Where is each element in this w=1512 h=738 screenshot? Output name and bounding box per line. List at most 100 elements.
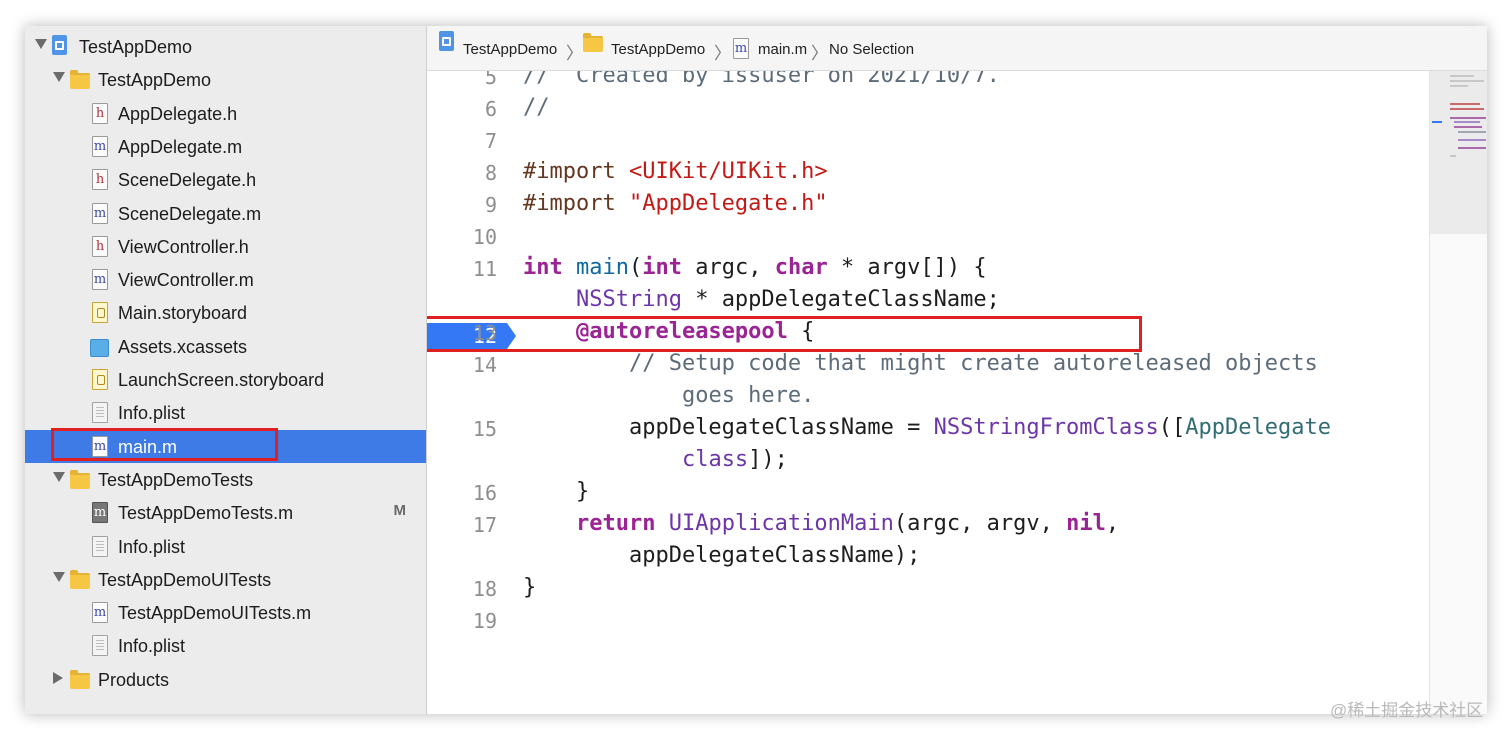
navigator-item[interactable]: h ViewController.h [25,230,426,263]
navigator-item[interactable]: h SceneDelegate.h [25,163,426,196]
code-line[interactable]: #import "AppDelegate.h" [523,191,828,217]
jump-bar-crumb-project[interactable]: TestAppDemo [463,41,557,58]
navigator-item[interactable]: TestAppDemo [25,63,426,96]
objc-h-file-icon: h [92,169,108,191]
navigator-item-label: Info.plist [118,536,186,557]
code-token: } [523,575,537,600]
jump-bar-crumb-file[interactable]: main.m [758,41,807,58]
code-token: appDelegateClassName = [523,415,934,440]
code-line[interactable]: // [523,95,550,121]
code-token: ( [628,255,643,280]
code-token: ([ [1158,415,1186,440]
folder-icon [583,33,603,52]
code-line[interactable]: appDelegateClassName); [523,543,920,569]
objc-m-file-icon: m [92,135,108,157]
navigator-item[interactable]: Products [25,663,426,696]
code-token: // Created by issuser on 2021/10/7. [523,71,1000,88]
navigator-item-label: TestAppDemo [98,70,212,91]
code-token: return [575,511,656,536]
objc-h-file-icon: h [92,102,108,124]
navigator-item-label: ViewController.h [118,236,249,257]
navigator-item[interactable]: TestAppDemoTests [25,463,426,496]
minimap-viewport[interactable] [1430,71,1487,234]
code-line[interactable]: // Setup code that might create autorele… [523,351,1318,377]
code-line[interactable]: } [523,575,536,601]
objc-m-file-icon: m [733,38,749,59]
project-icon [52,35,67,55]
line-number: 11 [472,257,497,281]
minimap-line [1450,103,1480,105]
navigator-item[interactable]: Info.plist [25,396,426,429]
storyboard-file-icon [92,302,108,324]
code-line[interactable]: #import <UIKit/UIKit.h> [523,159,828,185]
minimap-line [1458,131,1486,133]
asset-catalog-icon [90,338,109,357]
navigator-item[interactable]: m ViewController.m [25,263,426,296]
objc-m-file-icon: m [92,502,108,524]
code-line[interactable]: class]); [523,447,788,473]
code-token: main [576,255,629,280]
code-area[interactable]: 12 5// Created by issuser on 2021/10/7. 6… [427,71,1427,714]
plist-file-icon [92,635,108,657]
navigator-item[interactable]: TestAppDemo [25,30,426,63]
code-line[interactable]: int main(int argc, char * argv[]) { [523,255,987,281]
code-token: } [523,479,590,504]
disclosure-triangle-expanded-icon[interactable] [35,39,47,49]
disclosure-triangle-expanded-icon[interactable] [53,72,65,83]
minimap-line [1458,147,1486,149]
jump-bar-crumb-group[interactable]: TestAppDemo [611,41,705,58]
navigator-item[interactable]: m AppDelegate.m [25,130,426,163]
jump-bar: TestAppDemo 〉 TestAppDemo 〉 m main.m 〉 N… [427,26,1487,71]
line-number: 19 [472,609,497,633]
code-token: argc, [681,255,775,280]
navigator-item[interactable]: h AppDelegate.h [25,97,426,130]
line-number: 8 [484,161,497,185]
code-line[interactable]: appDelegateClassName = NSStringFromClass… [523,415,1331,441]
code-token: // [523,95,550,120]
minimap-line [1450,117,1486,119]
disclosure-triangle-expanded-icon[interactable] [53,571,65,582]
minimap-line [1454,126,1482,128]
code-token: nil [1066,511,1106,536]
code-line[interactable]: NSString * appDelegateClassName; [523,287,1000,313]
code-line[interactable]: return UIApplicationMain(argc, argv, nil… [523,511,1119,537]
xcode-window: TestAppDemo TestAppDemo h AppDelegate.h m App… [25,26,1487,714]
navigator-item[interactable]: Assets.xcassets [25,330,426,363]
code-token: // Setup code that might create autorele… [628,351,1318,376]
navigator-item[interactable]: Main.storyboard [25,296,426,329]
navigator-item-label: LaunchScreen.storyboard [118,370,325,390]
code-line[interactable]: } [523,479,589,505]
navigator-item[interactable]: Info.plist [25,530,426,563]
navigator-item-label: SceneDelegate.h [118,170,257,191]
navigator-item[interactable]: m TestAppDemoUITests.m [25,596,426,629]
code-token: class [681,447,749,472]
plist-file-icon [92,535,108,557]
navigator-item[interactable]: m SceneDelegate.m [25,197,426,230]
line-number: 17 [472,513,497,537]
code-line[interactable]: // Created by issuser on 2021/10/7. [523,71,1000,89]
project-navigator: TestAppDemo TestAppDemo h AppDelegate.h m App… [25,26,427,714]
disclosure-triangle-expanded-icon[interactable] [53,471,65,482]
annotation-highlight-box [51,428,278,461]
navigator-item[interactable]: TestAppDemoUITests [25,563,426,596]
navigator-item[interactable]: m TestAppDemoTests.m M [25,496,426,529]
disclosure-triangle-collapsed-icon[interactable] [53,671,63,684]
code-token: * argv[]) { [827,255,987,280]
navigator-item[interactable]: LaunchScreen.storyboard [25,363,426,396]
minimap[interactable] [1429,71,1487,714]
jump-bar-crumb-symbol[interactable]: No Selection [829,41,914,58]
project-icon [439,31,454,51]
code-token: appDelegateClassName); [523,543,921,568]
navigator-item[interactable]: Info.plist [25,629,426,662]
minimap-line [1450,155,1456,157]
navigator-item-label: TestAppDemo [79,37,193,57]
code-line[interactable]: goes here. [523,383,814,409]
chevron-right-icon: 〉 [714,44,731,63]
line-number: 15 [472,417,497,441]
minimap-line [1450,108,1484,110]
code-token: #import [523,159,629,184]
line-number: 16 [472,481,497,505]
